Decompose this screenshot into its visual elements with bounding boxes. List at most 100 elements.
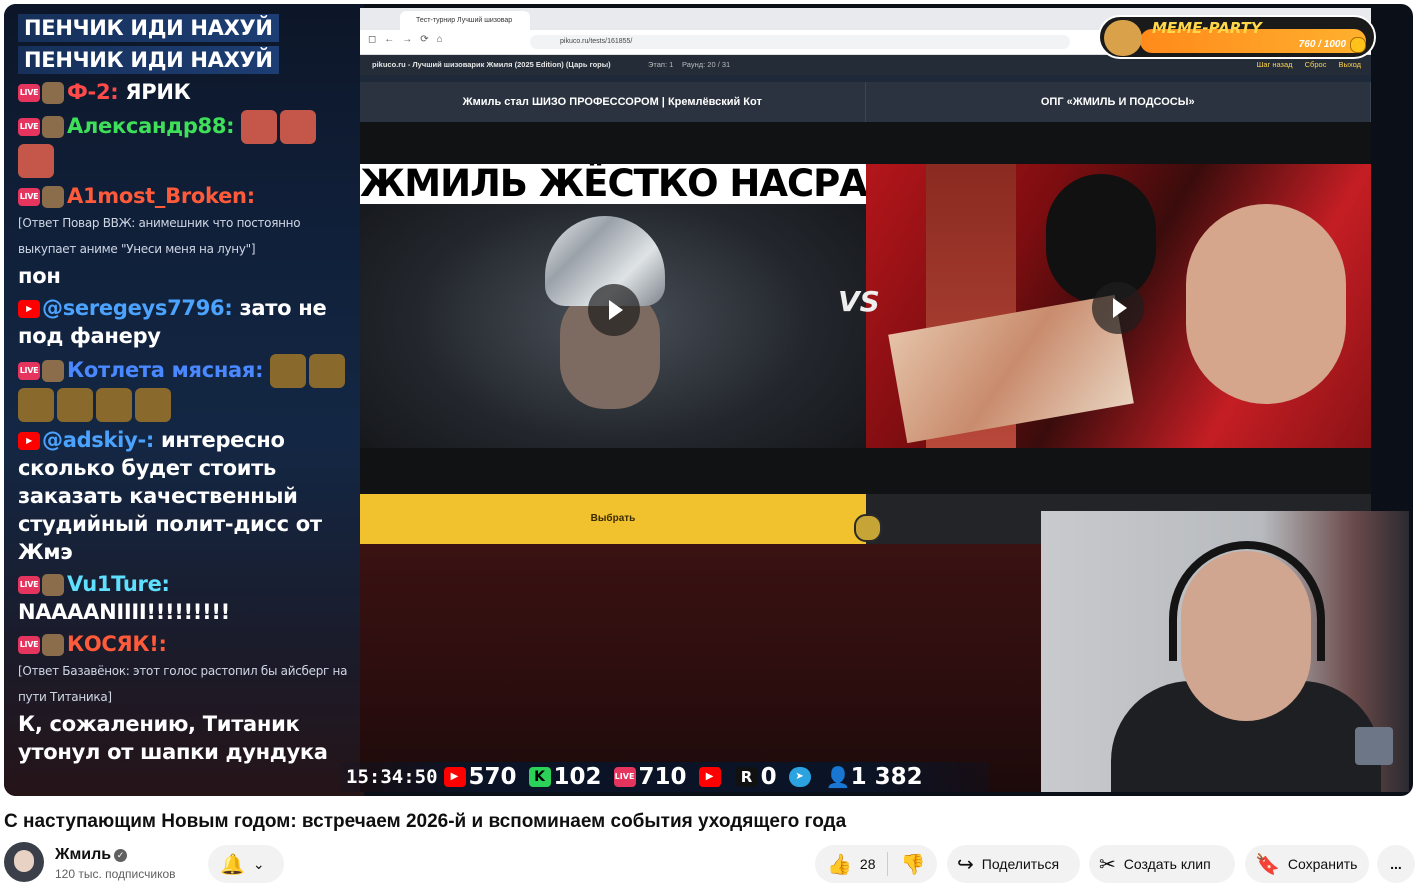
live-badge-icon: LIVE [18, 188, 40, 206]
doge-icon [1104, 20, 1142, 56]
chat-text: ЯРИК [125, 80, 191, 104]
save-button[interactable]: 🔖 Сохранить [1245, 845, 1369, 883]
user-avatar [42, 634, 64, 656]
chat-message: LIVE Александр88: [18, 110, 358, 178]
bookmark-icon: 🔖 [1255, 853, 1280, 876]
youtube-icon: ▶ [443, 767, 466, 787]
subscriber-count: 120 тыс. подписчиков [55, 867, 176, 881]
video-title: С наступающим Новым годом: встречаем 202… [4, 811, 847, 832]
stage-label: Этап: 1 [648, 60, 674, 69]
extra-platform: ▶ [698, 767, 724, 787]
bell-icon: 🔔 [220, 853, 245, 876]
chat-username: Ф-2: [67, 80, 119, 104]
divider [887, 852, 889, 876]
browser-nav-icons: ◻←→⟳⌂ [368, 34, 451, 45]
thumbs-down-icon[interactable]: 👎 [900, 852, 925, 877]
chat-text: К, сожалению, Титаник утонул от шапки ду… [18, 712, 328, 764]
user-avatar [42, 574, 64, 596]
user-avatar [42, 186, 64, 208]
kick-count: 102 [553, 764, 602, 790]
channel-avatar[interactable] [4, 842, 44, 882]
live-count: 710 [638, 764, 687, 790]
step-back-link: Шаг назад [1256, 60, 1293, 69]
meme-party-title: MEME-PARTY [1152, 19, 1262, 37]
emote-icon [18, 144, 54, 178]
chat-message: ▶ @adskiy-: интересно сколько будет стоит… [18, 426, 358, 566]
address-bar: pikuco.ru/tests/161855/ [530, 35, 1070, 49]
option-right-label: ОПГ «ЖМИЛЬ И ПОДСОСЫ» [866, 82, 1371, 122]
kick-viewers: K 102 [528, 764, 602, 790]
chevron-down-icon: ⌄ [252, 855, 265, 872]
browser-tab: Тест-турнир Лучший шизовар [400, 11, 530, 30]
reset-link: Сброс [1304, 60, 1327, 69]
user-avatar [42, 82, 64, 104]
chat-username: Александр88: [67, 114, 235, 138]
telegram: ➤ [788, 767, 814, 787]
user-avatar [42, 360, 64, 382]
meme-party-count: 760 / 1000 [1298, 39, 1346, 50]
total-viewers: 👤 1 382 [826, 764, 923, 790]
like-dislike-group[interactable]: 👍 28 👎 [815, 845, 937, 883]
thumbs-up-icon[interactable]: 👍 [827, 852, 852, 877]
live-icon: LIVE [613, 767, 636, 787]
live-badge-icon: LIVE [18, 84, 40, 102]
chat-message: LIVE A1most_Broken: [Ответ Повар ВВЖ: ани… [18, 182, 358, 290]
play-platform-icon: ▶ [698, 767, 721, 787]
select-button: Выбрать [360, 494, 866, 544]
chat-username: @seregeys7796: [42, 296, 233, 320]
rutube-count: 0 [760, 764, 777, 790]
emote-icon [280, 110, 317, 144]
headset-icon [1169, 541, 1325, 661]
chat-message: LIVE Vu1Ture: NAAAANIIII!!!!!!!!! [18, 570, 358, 626]
skull-mask-figure [1046, 174, 1156, 304]
live-badge-icon: LIVE [18, 576, 40, 594]
chat-username: A1most_Broken: [67, 184, 255, 208]
chat-text: пон [18, 264, 61, 288]
emote-icon [135, 388, 171, 422]
verified-icon: ✓ [114, 849, 127, 862]
stream-clock: 15:34:50 [346, 766, 438, 788]
clip-label: Создать клип [1123, 856, 1211, 872]
viewers-count: 1 382 [850, 764, 923, 790]
emote-icon [57, 388, 93, 422]
stream-stats-bar: 15:34:50 ▶ 570 K 102 LIVE 710 ▶ R0 ➤ 👤 1 382 [340, 762, 990, 792]
round-label: Раунд: 20 / 31 [682, 60, 731, 69]
person-face [1186, 204, 1346, 404]
emote-icon [241, 110, 278, 144]
channel-watermark-avatar [1355, 727, 1393, 765]
save-label: Сохранить [1287, 856, 1358, 872]
chat-text: NAAAANIIII!!!!!!!!! [18, 600, 230, 624]
chat-message: LIVE КОСЯК!: [Ответ Базавёнок: этот голос… [18, 630, 358, 766]
chat-message: ПЕНЧИК ИДИ НАХУЙ [18, 14, 358, 42]
webcam-feed [1041, 511, 1409, 792]
create-clip-button[interactable]: ✂ Создать клип [1089, 845, 1235, 883]
vklive-viewers: LIVE 710 [613, 764, 687, 790]
thumbnail-left: ЖМИЛЬ ЖЁСТКО НАСРАЛ [360, 164, 866, 448]
youtube-icon: ▶ [18, 432, 40, 450]
live-badge-icon: LIVE [18, 362, 40, 380]
stream-chat: ПЕНЧИК ИДИ НАХУЙ ПЕНЧИК ИДИ НАХУЙ LIVE Ф-… [18, 14, 358, 770]
youtube-icon: ▶ [18, 300, 40, 318]
chat-username: Vu1Ture: [67, 572, 170, 596]
emote-icon [96, 388, 132, 422]
notification-bell-button[interactable]: 🔔 ⌄ [208, 845, 284, 883]
youtube-count: 570 [468, 764, 517, 790]
meme-party-widget: MEME-PARTY 760 / 1000 [1098, 15, 1376, 59]
thumbnail-right [866, 164, 1371, 448]
channel-name[interactable]: Жмиль [55, 846, 111, 864]
option-left-label: Жмиль стал ШИЗО ПРОФЕССОРОМ | Кремлёвски… [360, 82, 866, 122]
chat-username: Котлета мясная: [67, 358, 264, 382]
cursor-icon [854, 514, 882, 542]
coin-icon [1350, 37, 1366, 53]
chat-reply-quote: [Ответ Базавёнок: этот голос растопил бы… [18, 664, 348, 704]
emote-icon [270, 354, 307, 388]
telegram-icon: ➤ [788, 767, 811, 787]
chat-message: ПЕНЧИК ИДИ НАХУЙ [18, 46, 358, 74]
chat-message: LIVE Ф-2: ЯРИК [18, 78, 358, 106]
chat-reply-quote: [Ответ Повар ВВЖ: анимешник что постоянн… [18, 216, 301, 256]
vs-label: VS [838, 285, 880, 318]
more-actions-button[interactable]: ... [1377, 845, 1415, 883]
kick-icon: K [528, 767, 551, 787]
more-icon: ... [1390, 856, 1402, 872]
share-button[interactable]: ↪ Поделиться [947, 845, 1080, 883]
